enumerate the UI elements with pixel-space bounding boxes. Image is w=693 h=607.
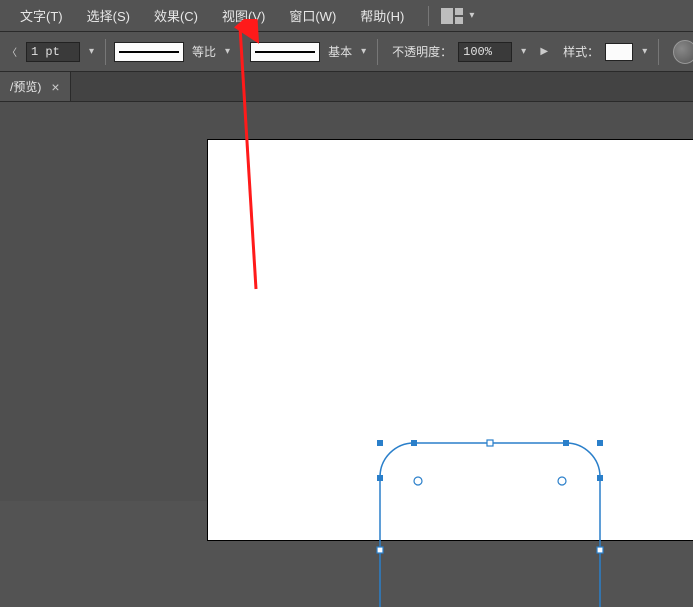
menu-bar: 文字(T) 选择(S) 效果(C) 视图(V) 窗口(W) 帮助(H) ▾: [0, 0, 693, 32]
separator: [658, 39, 659, 65]
workspace: [0, 102, 693, 501]
close-icon[interactable]: ×: [51, 79, 59, 95]
menu-select[interactable]: 选择(S): [75, 0, 142, 31]
recolor-icon[interactable]: [673, 40, 693, 64]
separator: [377, 39, 378, 65]
menu-view[interactable]: 视图(V): [210, 0, 277, 31]
selected-shape[interactable]: [370, 437, 610, 607]
brush-preview[interactable]: [250, 42, 320, 62]
style-label: 样式：: [563, 43, 599, 60]
document-tab[interactable]: /预览) ×: [0, 72, 71, 101]
style-swatch[interactable]: [605, 43, 633, 61]
menu-window[interactable]: 窗口(W): [277, 0, 348, 31]
style-dropdown[interactable]: ▾: [639, 46, 650, 57]
stroke-profile-dropdown[interactable]: ▾: [222, 46, 233, 57]
workspace-switcher-icon[interactable]: [441, 8, 463, 24]
opacity-input[interactable]: 100%: [458, 42, 512, 62]
stroke-profile-preview[interactable]: [114, 42, 184, 62]
menu-effect[interactable]: 效果(C): [142, 0, 210, 31]
brush-label: 基本: [328, 43, 352, 60]
stroke-weight-dropdown[interactable]: ▾: [86, 46, 97, 57]
menu-text[interactable]: 文字(T): [8, 0, 75, 31]
nav-forward-icon[interactable]: ▶: [535, 43, 553, 61]
stroke-profile-label: 等比: [192, 43, 216, 60]
menu-help[interactable]: 帮助(H): [348, 0, 416, 31]
chevron-left-icon[interactable]: 〈: [4, 44, 20, 59]
opacity-dropdown[interactable]: ▾: [518, 46, 529, 57]
opacity-label: 不透明度：: [392, 43, 452, 60]
document-tab-label: /预览): [10, 78, 41, 95]
brush-dropdown[interactable]: ▾: [358, 46, 369, 57]
separator: [241, 39, 242, 65]
document-tab-bar: /预览) ×: [0, 72, 693, 102]
separator: [105, 39, 106, 65]
menu-separator: [428, 6, 429, 26]
options-bar: 〈 1 pt ▾ 等比 ▾ 基本 ▾ 不透明度： 100% ▾ ▶ 样式： ▾: [0, 32, 693, 72]
workspace-switcher-dropdown[interactable]: ▾: [469, 10, 474, 21]
stroke-weight-input[interactable]: 1 pt: [26, 42, 80, 62]
